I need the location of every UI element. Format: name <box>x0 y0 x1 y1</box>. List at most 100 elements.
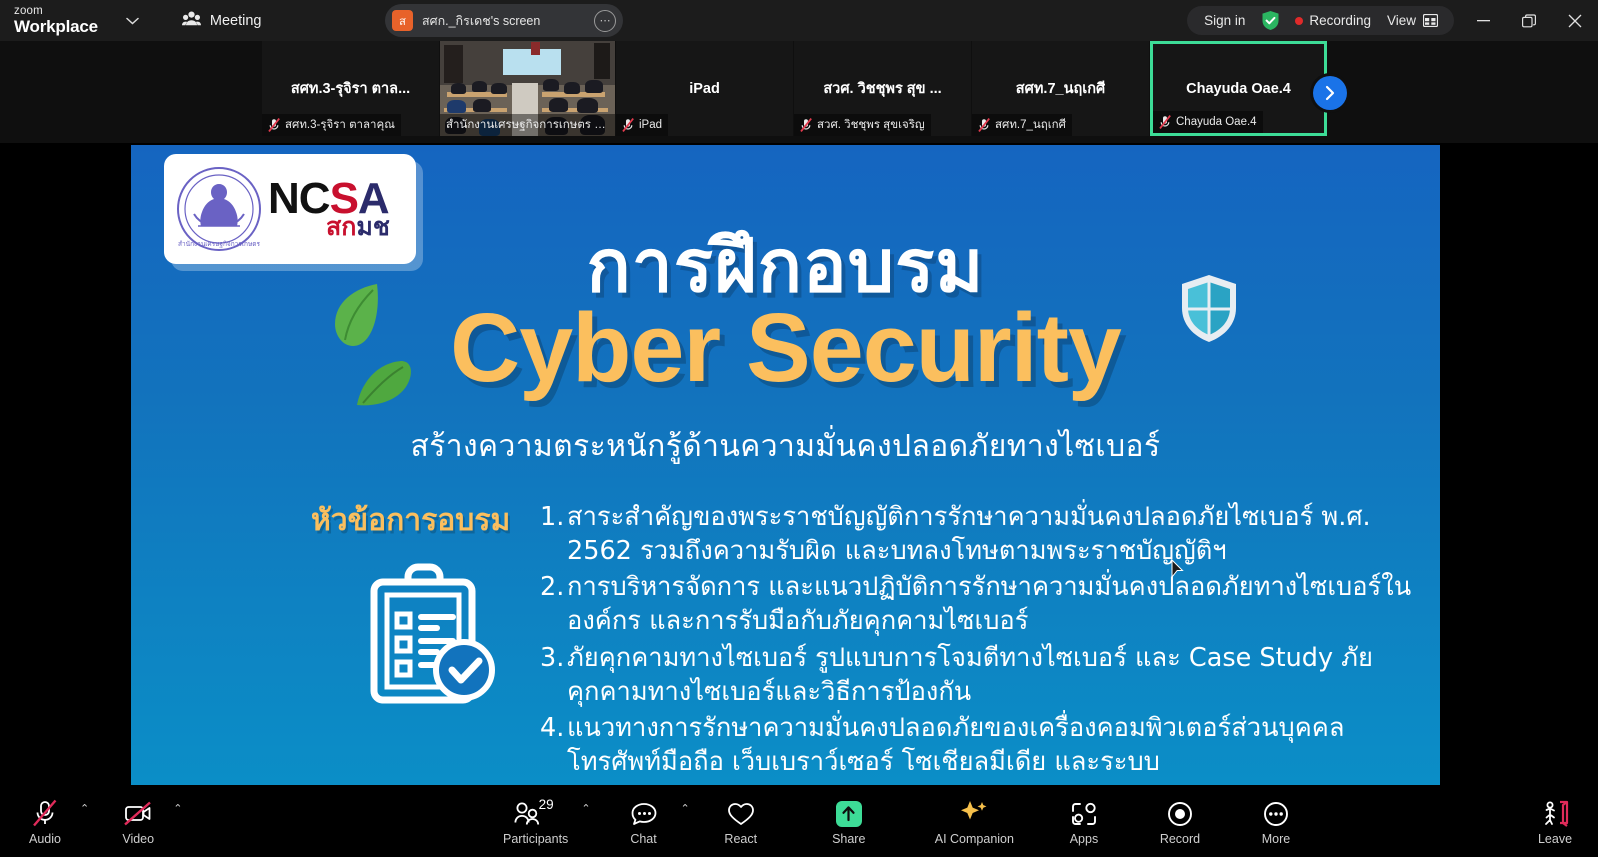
audio-button[interactable]: Audio <box>14 790 76 852</box>
video-button[interactable]: Video <box>107 790 169 852</box>
record-label: Record <box>1159 831 1201 846</box>
record-button[interactable]: Record <box>1149 790 1211 852</box>
thumbnail-nameplate: Chayuda Oae.4 <box>1153 111 1263 133</box>
thumbnail-tile[interactable]: สศท.3-รุจิรา ตาล... สศท.3-รุจิรา ตาลาคุณ <box>262 41 439 136</box>
slide-subtitle: สร้างความตระหนักรู้ด้านความมั่นคงปลอดภัย… <box>410 429 1161 464</box>
thumbnail-display-name: Chayuda Oae.4 <box>1186 80 1291 97</box>
thumbnail-name-text: สวศ. วิชชุพร สุขเจริญ <box>817 119 925 131</box>
thumbnail-name-text: Chayuda Oae.4 <box>1176 116 1257 128</box>
topics-list: 1. สาระสำคัญของพระราชบัญญัติการรักษาความ… <box>540 500 1420 781</box>
apps-button[interactable]: Apps <box>1053 790 1115 852</box>
people-icon <box>181 11 201 30</box>
share-screen-icon <box>835 797 862 827</box>
video-options-button[interactable]: ⌃ <box>171 802 182 841</box>
zoom-meeting-window: zoom Workplace Meeting ส สศก._กิรเดช's s <box>0 0 1598 857</box>
thumbnail-name-text: สำนักงานเศรษฐกิจการเกษตร (ห้... <box>446 119 609 131</box>
audio-options-button[interactable]: ⌃ <box>78 802 89 841</box>
presentation-slide[interactable]: สำนักงานเศรษฐกิจการเกษตร NC S A สกมช การ… <box>131 145 1440 785</box>
participants-button[interactable]: 29 Participants <box>496 790 575 852</box>
apps-label: Apps <box>1069 831 1099 846</box>
chat-bubble-icon <box>630 797 658 827</box>
topic-item: 3. ภัยคุกคามทางไซเบอร์ รูปแบบการโจมตีทาง… <box>540 641 1420 709</box>
thumbnail-tile-video[interactable]: สำนักงานเศรษฐกิจการเกษตร (ห้... <box>440 41 615 136</box>
participant-count: 29 <box>538 796 554 812</box>
window-close-button[interactable] <box>1552 0 1598 41</box>
sign-in-button[interactable]: Sign in <box>1195 13 1254 28</box>
share-screen-button[interactable]: Share <box>818 790 880 852</box>
ai-companion-label: AI Companion <box>934 831 1014 846</box>
window-restore-button[interactable] <box>1506 0 1552 41</box>
view-button[interactable]: View <box>1379 13 1446 28</box>
recording-dot-icon <box>1295 16 1304 25</box>
video-off-icon <box>123 797 153 827</box>
chat-options-button[interactable]: ⌃ <box>679 802 690 841</box>
record-icon <box>1166 797 1194 827</box>
mouse-cursor-icon <box>1171 558 1184 579</box>
meeting-label: Meeting <box>209 12 262 29</box>
leave-door-icon <box>1540 797 1570 827</box>
clipboard-checklist-icon <box>356 560 501 705</box>
thumbnail-nameplate: สวศ. วิชชุพร สุขเจริญ <box>794 114 931 136</box>
title-bar-right: Sign in Recording View <box>1187 0 1598 41</box>
shield-icon <box>1178 273 1240 345</box>
topic-text: ภัยคุกคามทางไซเบอร์ รูปแบบการโจมตีทางไซเ… <box>567 642 1373 707</box>
meeting-tab[interactable]: Meeting <box>172 6 272 36</box>
screen-share-tab[interactable]: ส สศก._กิรเดช's screen ⋯ <box>385 4 623 37</box>
heart-icon <box>727 797 755 827</box>
leave-button[interactable]: Leave <box>1524 790 1586 852</box>
thumbnail-tile-active[interactable]: Chayuda Oae.4 Chayuda Oae.4 <box>1150 41 1327 136</box>
thumbnail-nameplate: สำนักงานเศรษฐกิจการเกษตร (ห้... <box>440 114 615 136</box>
audio-label: Audio <box>29 831 61 846</box>
thumbnail-tile[interactable]: iPad iPad <box>616 41 793 136</box>
topic-item: 4. แนวทางการรักษาความมั่นคงปลอดภัยของเคร… <box>540 711 1420 779</box>
recording-label: Recording <box>1309 13 1371 28</box>
thumbnail-nameplate: สศท.3-รุจิรา ตาลาคุณ <box>262 114 401 136</box>
slide-title-english: Cyber Security <box>450 293 1122 402</box>
more-label: More <box>1261 831 1291 846</box>
chevron-down-icon[interactable] <box>120 8 146 34</box>
chevron-up-icon: ⌃ <box>680 802 690 815</box>
share-tab-title: สศก._กิรเดช's screen <box>422 13 541 28</box>
thumbnail-nameplate: สศท.7_นฤเกศี <box>972 114 1072 136</box>
participants-options-button[interactable]: ⌃ <box>579 802 590 841</box>
react-label: React <box>724 831 758 846</box>
next-page-arrow-button[interactable] <box>1313 76 1347 110</box>
toolbar-left-group: Audio ⌃ Video ⌃ <box>14 790 182 852</box>
chevron-up-icon: ⌃ <box>173 802 183 815</box>
shield-check-icon[interactable] <box>1261 10 1280 31</box>
thumbnail-name-text: iPad <box>639 119 663 131</box>
chevron-up-icon: ⌃ <box>581 802 591 815</box>
apps-icon <box>1070 797 1098 827</box>
window-minimize-button[interactable] <box>1460 0 1506 41</box>
participants-label: Participants <box>503 831 569 846</box>
shared-screen-stage: สำนักงานเศรษฐกิจการเกษตร NC S A สกมช การ… <box>0 143 1598 785</box>
leave-label: Leave <box>1537 831 1573 846</box>
view-label: View <box>1386 13 1416 28</box>
thumbnail-display-name: iPad <box>689 80 720 97</box>
more-button[interactable]: More <box>1245 790 1307 852</box>
layout-grid-icon <box>1422 13 1439 28</box>
thumbnail-tile[interactable]: สวศ. วิชชุพร สุข ... สวศ. วิชชุพร สุขเจร… <box>794 41 971 136</box>
topic-number: 3. <box>540 642 565 673</box>
brand-line-2: Workplace <box>14 17 98 37</box>
meeting-toolbar: Audio ⌃ Video ⌃ 29 Participants ⌃ Chat ⌃… <box>0 785 1598 857</box>
more-dots-icon <box>1262 797 1290 827</box>
thumbnail-tiles: สศท.3-รุจิรา ตาล... สศท.3-รุจิรา ตาลาคุณ <box>262 41 1328 136</box>
share-tab-more-icon[interactable]: ⋯ <box>594 9 616 32</box>
topic-number: 1. <box>540 502 565 532</box>
thumbnail-nameplate: iPad <box>616 114 669 136</box>
share-label: Share <box>832 831 866 846</box>
thumbnail-name-text: สศท.3-รุจิรา ตาลาคุณ <box>285 119 395 131</box>
ai-companion-button[interactable]: AI Companion <box>928 790 1021 852</box>
sparkle-icon <box>958 797 990 827</box>
mic-off-icon <box>800 118 812 132</box>
topic-number: 4. <box>540 712 565 743</box>
toolbar-center-group: 29 Participants ⌃ Chat ⌃ React Share AI … <box>496 790 1307 852</box>
thumbnail-display-name: สวศ. วิชชุพร สุข ... <box>823 81 942 97</box>
react-button[interactable]: React <box>710 790 772 852</box>
chat-button[interactable]: Chat <box>613 790 675 852</box>
thumbnail-tile[interactable]: สศท.7_นฤเกศี สศท.7_นฤเกศี <box>972 41 1149 136</box>
recording-indicator[interactable]: Recording <box>1287 13 1379 28</box>
chevron-up-icon: ⌃ <box>80 802 90 815</box>
topic-text: การบริหารจัดการ และแนวปฏิบัติการรักษาควา… <box>567 572 1412 637</box>
